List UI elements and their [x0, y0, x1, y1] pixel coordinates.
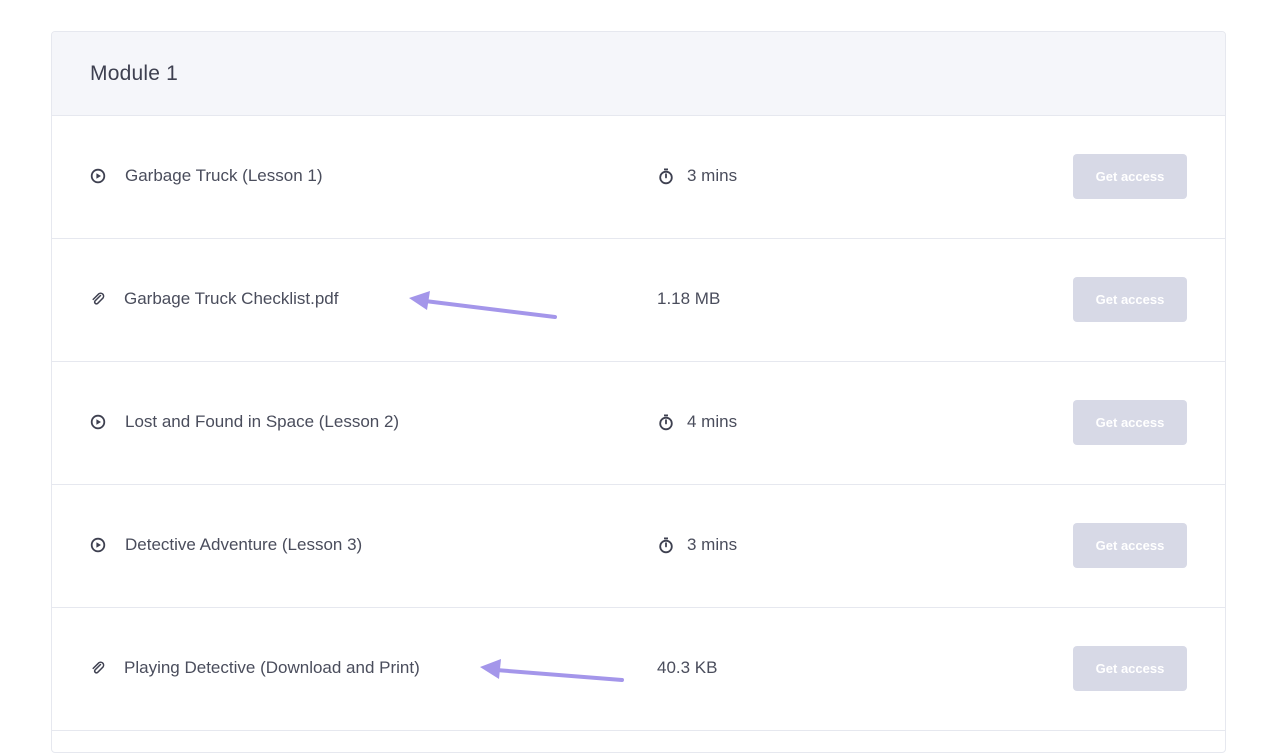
- lesson-duration: 3 mins: [657, 166, 737, 186]
- get-access-button[interactable]: Get access: [1073, 523, 1187, 568]
- file-size: 1.18 MB: [657, 289, 720, 309]
- get-access-button[interactable]: Get access: [1073, 154, 1187, 199]
- paperclip-icon: [90, 660, 106, 676]
- lesson-title[interactable]: Detective Adventure (Lesson 3): [125, 535, 362, 555]
- file-size-text: 40.3 KB: [657, 658, 718, 677]
- lesson-duration: 4 mins: [657, 412, 737, 432]
- lesson-row: Detective Adventure (Lesson 3) 3 mins Ge…: [52, 485, 1225, 608]
- module-title: Module 1: [90, 61, 178, 85]
- duration-text: 3 mins: [687, 166, 738, 185]
- stopwatch-icon: [657, 413, 675, 431]
- stopwatch-icon: [657, 536, 675, 554]
- module-card: Module 1 Garbage Truck (Lesson 1) 3 mins…: [51, 31, 1226, 753]
- lesson-title[interactable]: Garbage Truck (Lesson 1): [125, 166, 322, 186]
- lesson-title[interactable]: Lost and Found in Space (Lesson 2): [125, 412, 399, 432]
- lesson-title[interactable]: Garbage Truck Checklist.pdf: [124, 289, 338, 309]
- module-header: Module 1: [52, 32, 1225, 116]
- lesson-duration: 3 mins: [657, 535, 737, 555]
- get-access-button[interactable]: Get access: [1073, 277, 1187, 322]
- lesson-row: Garbage Truck Checklist.pdf 1.18 MB Get …: [52, 239, 1225, 362]
- lesson-row: Garbage Truck (Lesson 1) 3 mins Get acce…: [52, 116, 1225, 239]
- file-size-text: 1.18 MB: [657, 289, 721, 308]
- stopwatch-icon: [657, 167, 675, 185]
- get-access-button[interactable]: Get access: [1073, 400, 1187, 445]
- file-size: 40.3 KB: [657, 658, 718, 678]
- play-circle-icon: [90, 168, 106, 184]
- paperclip-icon: [90, 291, 106, 307]
- play-circle-icon: [90, 537, 106, 553]
- get-access-button[interactable]: Get access: [1073, 646, 1187, 691]
- lesson-row: Playing Detective (Download and Print) 4…: [52, 608, 1225, 731]
- lesson-title[interactable]: Playing Detective (Download and Print): [124, 658, 420, 678]
- duration-text: 4 mins: [687, 412, 738, 431]
- lesson-row: Lost and Found in Space (Lesson 2) 4 min…: [52, 362, 1225, 485]
- play-circle-icon: [90, 414, 106, 430]
- duration-text: 3 mins: [687, 535, 738, 554]
